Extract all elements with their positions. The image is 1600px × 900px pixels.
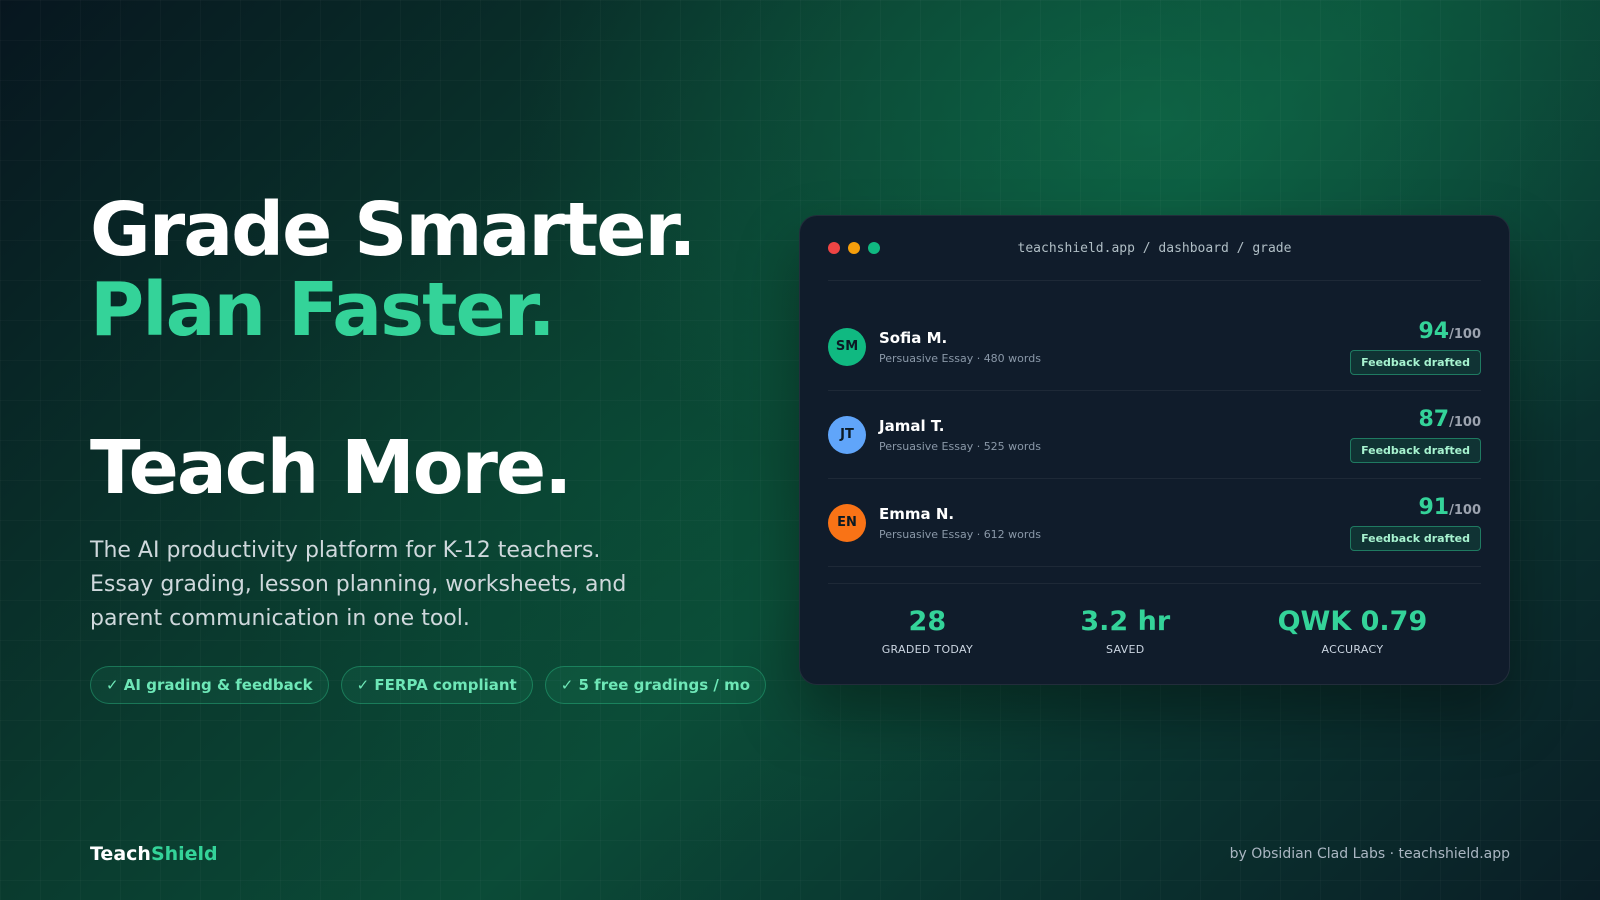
score-value: 87 [1418, 406, 1450, 432]
headline-line-3: Teach More. [90, 425, 572, 511]
window-titlebar: teachshield.app / dashboard / grade [828, 216, 1481, 281]
score-out-of: /100 [1449, 414, 1481, 430]
avatar: JT [828, 415, 866, 454]
essay-meta: Persuasive Essay · 480 words [879, 351, 1041, 365]
headline-line-1: Grade Smarter. [90, 187, 697, 273]
feature-pills: ✓ AI grading & feedback ✓ FERPA complian… [90, 666, 767, 704]
score-out-of: /100 [1449, 502, 1481, 518]
stat-value: QWK 0.79 [1277, 606, 1428, 637]
avatar: EN [828, 503, 866, 542]
headline-line-2: Plan Faster. [90, 267, 556, 353]
score: 87/100 [1418, 407, 1481, 432]
student-name: Jamal T. [879, 416, 945, 435]
stat-value: 3.2 hr [1080, 606, 1171, 637]
stat-label: GRADED TODAY [881, 643, 973, 656]
brand-teach: Teach [90, 843, 151, 865]
student-row[interactable]: SM Sofia M. Persuasive Essay · 480 words… [828, 303, 1481, 391]
dashboard-card: teachshield.app / dashboard / grade SM S… [799, 215, 1510, 685]
stat-graded-today: 28 GRADED TODAY [882, 606, 973, 656]
essay-meta: Persuasive Essay · 525 words [879, 439, 1041, 453]
stats-bar: 28 GRADED TODAY 3.2 hr SAVED QWK 0.79 AC… [828, 583, 1481, 656]
footer-credit: by Obsidian Clad Labs · teachshield.app [1229, 846, 1510, 862]
stat-value: 28 [908, 606, 947, 637]
score: 91/100 [1418, 495, 1481, 520]
stat-accuracy: QWK 0.79 ACCURACY [1278, 606, 1428, 656]
student-row[interactable]: EN Emma N. Persuasive Essay · 612 words … [828, 479, 1481, 567]
stat-label: SAVED [1106, 643, 1145, 656]
pill-ai-grading: ✓ AI grading & feedback [90, 666, 329, 704]
student-name: Emma N. [879, 504, 955, 523]
status-badge[interactable]: Feedback drafted [1350, 349, 1481, 375]
student-list: SM Sofia M. Persuasive Essay · 480 words… [828, 281, 1481, 567]
hero-section: Grade Smarter. Plan Faster. Teach More. … [90, 187, 767, 704]
stat-label: ACCURACY [1321, 643, 1384, 656]
essay-meta: Persuasive Essay · 612 words [879, 527, 1041, 541]
status-badge[interactable]: Feedback drafted [1350, 525, 1481, 551]
student-name: Sofia M. [879, 328, 948, 347]
student-row[interactable]: JT Jamal T. Persuasive Essay · 525 words… [828, 391, 1481, 479]
status-badge[interactable]: Feedback drafted [1350, 437, 1481, 463]
score-value: 94 [1418, 318, 1450, 344]
score: 94/100 [1418, 319, 1481, 344]
pill-ferpa: ✓ FERPA compliant [340, 666, 533, 704]
avatar: SM [828, 327, 866, 366]
hero-description: The AI productivity platform for K-12 te… [90, 538, 627, 631]
score-out-of: /100 [1449, 326, 1481, 342]
brand-shield: Shield [150, 843, 218, 865]
score-value: 91 [1418, 494, 1450, 520]
url-path: teachshield.app / dashboard / grade [1017, 240, 1292, 256]
brand-logo[interactable]: TeachShield [90, 843, 218, 865]
pill-free-gradings: ✓ 5 free gradings / mo [544, 666, 767, 704]
stat-saved: 3.2 hr SAVED [1080, 606, 1170, 656]
